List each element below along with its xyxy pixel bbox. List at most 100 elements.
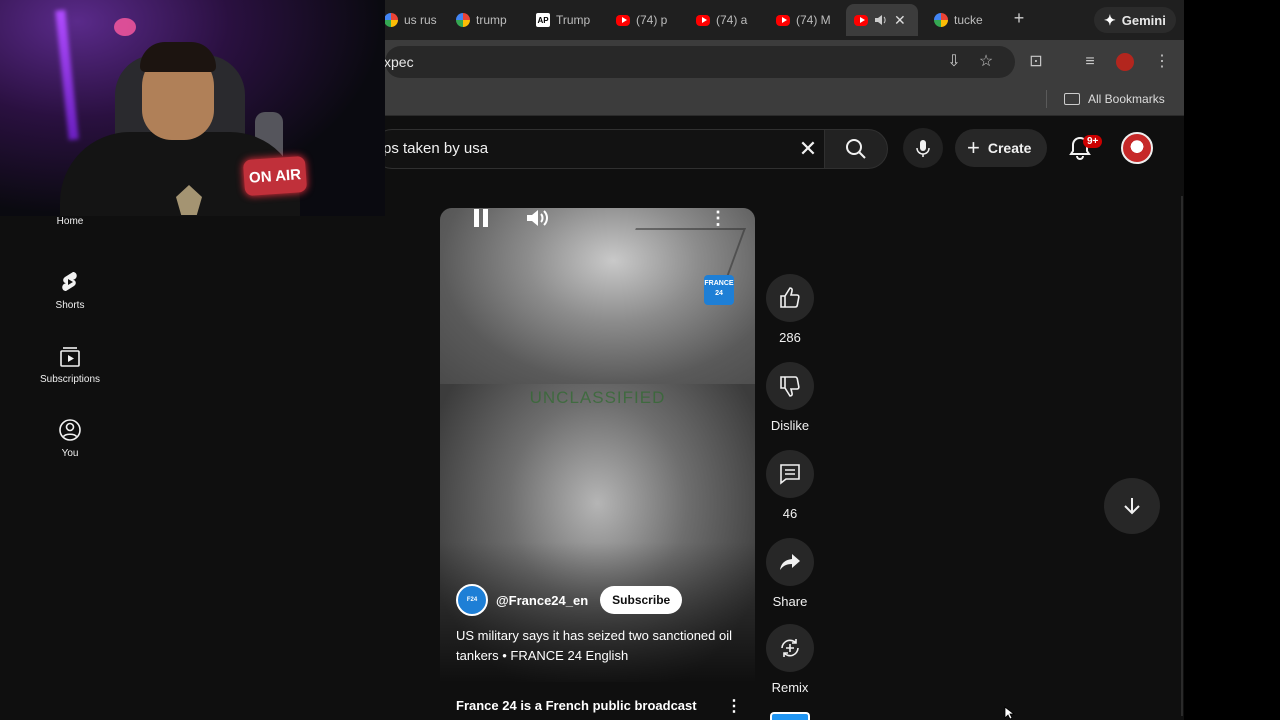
description-menu-icon[interactable]: ⋮ <box>726 696 742 716</box>
screen-edge <box>1184 0 1280 720</box>
like-count: 286 <box>779 330 801 345</box>
volume-icon[interactable] <box>524 206 550 230</box>
remix-icon <box>781 639 799 657</box>
webcam-lightbar <box>55 9 79 141</box>
remix-label: Remix <box>771 680 809 695</box>
screen: us rus trump AP Trump (74) p (74) a (74)… <box>0 0 1280 720</box>
dislike-action[interactable]: Dislike <box>766 362 814 433</box>
webcam-lamp <box>114 18 136 36</box>
lens-icon[interactable]: ⊡ <box>1026 52 1046 72</box>
dislike-label: Dislike <box>770 418 810 433</box>
tab-label: trump <box>476 13 507 27</box>
like-icon <box>780 287 800 308</box>
like-button[interactable] <box>766 274 814 322</box>
tab-label: tucke <box>954 13 983 27</box>
dislike-button[interactable] <box>766 362 814 410</box>
arrow-down-icon <box>1124 498 1140 515</box>
tab-3[interactable]: AP Trump <box>528 6 602 34</box>
nav-home-label: Home <box>56 216 84 227</box>
shorts-icon <box>62 272 77 291</box>
search-button[interactable] <box>824 129 888 169</box>
comments-action[interactable]: 46 <box>766 450 814 521</box>
tab-label: us rus <box>404 13 437 27</box>
nav-shorts[interactable]: Shorts <box>34 270 106 311</box>
webcam-person-hair <box>140 42 216 72</box>
sparkle-icon: ✦ <box>1104 11 1116 28</box>
bookmark-star-icon[interactable]: ☆ <box>976 52 996 72</box>
gemini-label: Gemini <box>1121 12 1166 28</box>
subscriptions-icon <box>60 347 80 367</box>
france24-logo: FRANCE 24 <box>704 275 734 305</box>
profile-icon[interactable] <box>1116 53 1134 71</box>
tab-label: (74) p <box>636 13 668 27</box>
subscribe-button[interactable]: Subscribe <box>600 586 683 614</box>
comment-count: 46 <box>782 506 798 521</box>
notification-badge: 9+ <box>1083 135 1103 148</box>
comments-button[interactable] <box>766 450 814 498</box>
bookmarks-separator <box>1046 90 1047 108</box>
tab-label: (74) M <box>796 13 831 27</box>
new-tab-button[interactable]: + <box>1010 8 1028 30</box>
share-button[interactable] <box>766 538 814 586</box>
you-icon <box>59 419 81 441</box>
plus-icon: + <box>967 135 980 160</box>
search-icon <box>846 139 866 159</box>
video-overlay-text: UNCLASSIFIED <box>529 388 666 407</box>
on-air-sign: ON AIR <box>242 155 308 197</box>
youtube-icon <box>854 14 868 26</box>
share-icon <box>780 554 800 570</box>
google-icon <box>384 13 398 27</box>
tab-1[interactable]: us rus <box>376 6 438 34</box>
voice-search-button[interactable] <box>903 128 943 168</box>
scrollbar[interactable] <box>1181 196 1183 716</box>
search-query: ps taken by usa <box>383 140 489 157</box>
channel-avatar[interactable]: F24 <box>456 584 488 616</box>
browser-menu-icon[interactable]: ⋮ <box>1152 52 1172 72</box>
address-bar[interactable] <box>385 46 1015 78</box>
all-bookmarks-button[interactable]: All Bookmarks <box>1064 92 1165 106</box>
remix-action[interactable]: Remix <box>766 624 814 695</box>
tab-2[interactable]: trump <box>448 6 522 34</box>
folder-icon <box>1064 93 1080 105</box>
tab-label: (74) a <box>716 13 748 27</box>
tab-label: Trump <box>556 13 591 27</box>
google-icon <box>934 13 948 27</box>
google-icon <box>456 13 470 27</box>
share-action[interactable]: Share <box>766 538 814 609</box>
create-button[interactable]: + Create <box>955 129 1048 167</box>
mouse-cursor-icon <box>1004 706 1016 720</box>
tab-active[interactable]: ✕ <box>846 4 918 36</box>
webcam-overlay: ON AIR <box>0 0 385 216</box>
like-action[interactable]: 286 <box>766 274 814 345</box>
clear-search-icon[interactable]: ✕ <box>796 136 820 162</box>
nav-subscriptions[interactable]: Subscriptions <box>34 344 106 385</box>
short-description[interactable]: France 24 is a French public broadcast <box>456 698 697 713</box>
speaker-icon <box>875 15 886 25</box>
youtube-icon <box>696 14 710 26</box>
media-controls-icon[interactable]: ≡ <box>1080 52 1100 72</box>
more-options-icon[interactable]: ⋮ <box>708 208 728 230</box>
address-text: xpec <box>384 54 414 70</box>
youtube-icon <box>776 14 790 26</box>
tab-8[interactable]: tucke <box>926 6 998 34</box>
tab-4[interactable]: (74) p <box>608 6 682 34</box>
account-avatar[interactable] <box>1121 132 1153 164</box>
ap-icon: AP <box>536 13 550 27</box>
close-tab-icon[interactable]: ✕ <box>894 12 906 29</box>
sound-thumbnail[interactable] <box>770 712 810 720</box>
share-label: Share <box>772 594 808 609</box>
gemini-button[interactable]: ✦ Gemini <box>1094 7 1176 33</box>
nav-you[interactable]: You <box>34 418 106 459</box>
channel-name[interactable]: @France24_en <box>496 593 588 608</box>
next-video-button[interactable] <box>1104 478 1160 534</box>
short-title[interactable]: US military says it has seized two sanct… <box>456 626 746 666</box>
create-label: Create <box>987 140 1032 156</box>
tab-6[interactable]: (74) M <box>768 6 842 34</box>
install-app-icon[interactable]: ⇩ <box>944 52 964 72</box>
pause-icon[interactable] <box>470 206 492 230</box>
comment-icon <box>780 464 800 485</box>
nav-shorts-label: Shorts <box>55 300 85 311</box>
tab-5[interactable]: (74) a <box>688 6 762 34</box>
nav-home[interactable]: Home <box>34 216 106 227</box>
remix-button[interactable] <box>766 624 814 672</box>
